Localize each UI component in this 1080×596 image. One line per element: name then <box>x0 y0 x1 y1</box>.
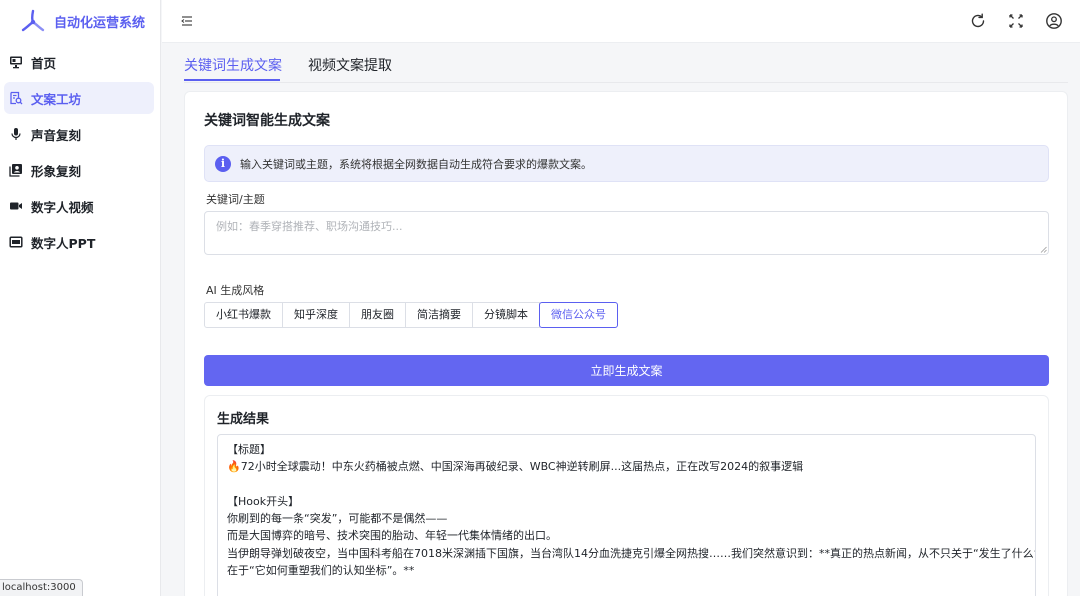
sidebar-item-label: 数字人视频 <box>31 199 94 215</box>
sidebar-item-label: 文案工坊 <box>31 91 82 107</box>
result-line: 【标题】 <box>227 443 271 456</box>
result-textarea[interactable]: 【标题】 🔥72小时全球震动！中东火药桶被点燃、中国深海再破纪录、WBC神逆转刷… <box>217 434 1036 596</box>
top-header <box>162 0 1080 43</box>
sidebar-item-home[interactable]: 首页 <box>4 46 154 78</box>
sidebar-item-label: 数字人PPT <box>31 235 96 251</box>
style-option-summary[interactable]: 简洁摘要 <box>405 302 473 328</box>
keyword-input[interactable]: 例如：春季穿搭推荐、职场沟通技巧... <box>204 211 1049 255</box>
info-alert: i 输入关键词或主题，系统将根据全网数据自动生成符合要求的爆款文案。 <box>204 145 1049 182</box>
generate-button[interactable]: 立即生成文案 <box>204 355 1049 386</box>
video-camera-icon <box>9 199 23 213</box>
sidebar-item-label: 形象复刻 <box>31 163 82 179</box>
result-title: 生成结果 <box>217 412 270 427</box>
refresh-icon[interactable] <box>968 11 988 31</box>
result-line: 🔥72小时全球震动！中东火药桶被点燃、中国深海再破纪录、WBC神逆转刷屏...这… <box>227 460 804 474</box>
style-selector: 小红书爆款 知乎深度 朋友圈 简洁摘要 分镜脚本 微信公众号 <box>204 302 618 328</box>
presentation-icon <box>9 235 23 249</box>
app-title: 自动化运营系统 <box>54 15 146 31</box>
sidebar-item-label: 首页 <box>31 55 57 71</box>
sidebar-item-avatar-clone[interactable]: 形象复刻 <box>4 154 154 186</box>
style-option-storyboard[interactable]: 分镜脚本 <box>472 302 540 328</box>
result-line: 在于“它如何重塑我们的认知坐标”。** <box>227 564 415 578</box>
generate-card: 关键词智能生成文案 i 输入关键词或主题，系统将根据全网数据自动生成符合要求的爆… <box>184 91 1068 596</box>
card-title: 关键词智能生成文案 <box>204 113 330 129</box>
keyword-placeholder: 例如：春季穿搭推荐、职场沟通技巧... <box>216 220 403 233</box>
tab-bar: 关键词生成文案 视频文案提取 <box>184 46 1068 83</box>
brand[interactable]: 自动化运营系统 <box>0 0 160 42</box>
portrait-icon <box>9 163 23 177</box>
brand-logo-icon <box>21 9 45 32</box>
user-icon[interactable] <box>1044 11 1064 31</box>
style-option-xiaohongshu[interactable]: 小红书爆款 <box>204 302 283 328</box>
sidebar: 自动化运营系统 首页 文案工坊 声音复刻 形象复刻 数字人视频 数字人PPT <box>0 0 161 596</box>
style-option-wechat-official[interactable]: 微信公众号 <box>539 302 618 328</box>
result-line: 而是大国博弈的暗号、技术突围的胎动、年轻一代集体情绪的出口。 <box>227 529 557 543</box>
active-tab-indicator <box>184 79 280 81</box>
result-line <box>227 476 1026 493</box>
resize-handle-icon[interactable] <box>1040 246 1047 253</box>
result-line: 当伊朗导弹划破夜空，当中国科考船在7018米深渊插下国旗，当台湾队14分血洗捷克… <box>227 546 1036 560</box>
status-bar-url: localhost:3000 <box>0 579 83 596</box>
fullscreen-icon[interactable] <box>1006 11 1026 31</box>
sidebar-item-copy-workshop[interactable]: 文案工坊 <box>4 82 154 114</box>
document-search-icon <box>9 91 23 105</box>
result-line: 【Hook开头】 <box>227 494 300 508</box>
menu-collapse-icon[interactable] <box>180 14 194 28</box>
info-text: 输入关键词或主题，系统将根据全网数据自动生成符合要求的爆款文案。 <box>240 157 592 171</box>
monitor-icon <box>9 55 23 69</box>
tab-video-extract[interactable]: 视频文案提取 <box>308 55 392 75</box>
sidebar-item-voice-clone[interactable]: 声音复刻 <box>4 118 154 150</box>
style-option-moments[interactable]: 朋友圈 <box>349 302 406 328</box>
sidebar-nav: 首页 文案工坊 声音复刻 形象复刻 数字人视频 数字人PPT <box>0 46 160 258</box>
sidebar-item-label: 声音复刻 <box>31 127 82 143</box>
style-label: AI 生成风格 <box>206 284 265 297</box>
tab-keyword-generate[interactable]: 关键词生成文案 <box>184 55 282 75</box>
sidebar-item-digital-human-video[interactable]: 数字人视频 <box>4 190 154 222</box>
microphone-icon <box>9 127 23 141</box>
sidebar-item-digital-human-ppt[interactable]: 数字人PPT <box>4 226 154 258</box>
result-panel: 生成结果 【标题】 🔥72小时全球震动！中东火药桶被点燃、中国深海再破纪录、WB… <box>204 395 1049 596</box>
info-icon: i <box>215 155 231 172</box>
style-option-zhihu[interactable]: 知乎深度 <box>282 302 350 328</box>
keyword-label: 关键词/主题 <box>206 193 265 206</box>
result-line: 你刷到的每一条“突发”，可能都不是偶然—— <box>227 512 448 526</box>
